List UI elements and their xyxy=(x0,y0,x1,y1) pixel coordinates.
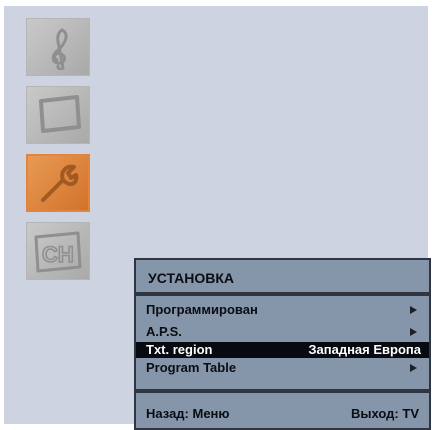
menu-item-label: Txt. region xyxy=(146,342,213,357)
arrow-right-icon xyxy=(410,364,417,372)
setup-menu-panel: УСТАНОВКА Программирован A.P.S. Txt. reg… xyxy=(134,258,431,430)
tv-screen: CH УСТАНОВКА Программирован A.P.S. Txt. … xyxy=(4,6,431,430)
menu-item-label: A.P.S. xyxy=(146,324,182,339)
ch-label: CH xyxy=(42,242,74,267)
menu-title: УСТАНОВКА xyxy=(148,270,235,286)
menu-item-program-table[interactable]: Program Table xyxy=(136,360,429,376)
setup-menu-button[interactable] xyxy=(26,154,90,212)
sound-menu-button[interactable] xyxy=(26,18,90,76)
channel-ch-icon: CH xyxy=(34,231,82,273)
arrow-right-icon xyxy=(410,306,417,314)
menu-item-label: Программирован xyxy=(146,302,258,317)
channel-menu-button[interactable]: CH xyxy=(26,222,90,280)
back-hint: Назад: Меню xyxy=(146,406,230,421)
menu-item-label: Program Table xyxy=(146,360,237,375)
menu-item-txt-region[interactable]: Txt. region Западная Европа xyxy=(136,342,429,358)
title-divider xyxy=(136,292,429,296)
exit-hint: Выход: TV xyxy=(351,406,419,421)
wrench-icon xyxy=(41,164,79,202)
menu-item-aps[interactable]: A.P.S. xyxy=(136,324,429,340)
menu-item-programming[interactable]: Программирован xyxy=(136,302,429,318)
arrow-right-icon xyxy=(410,328,417,336)
treble-clef-icon xyxy=(51,28,68,70)
txt-region-value: Западная Европа xyxy=(308,342,421,357)
footer-divider xyxy=(136,389,429,393)
screen-icon xyxy=(39,95,81,133)
picture-menu-button[interactable] xyxy=(26,86,90,144)
